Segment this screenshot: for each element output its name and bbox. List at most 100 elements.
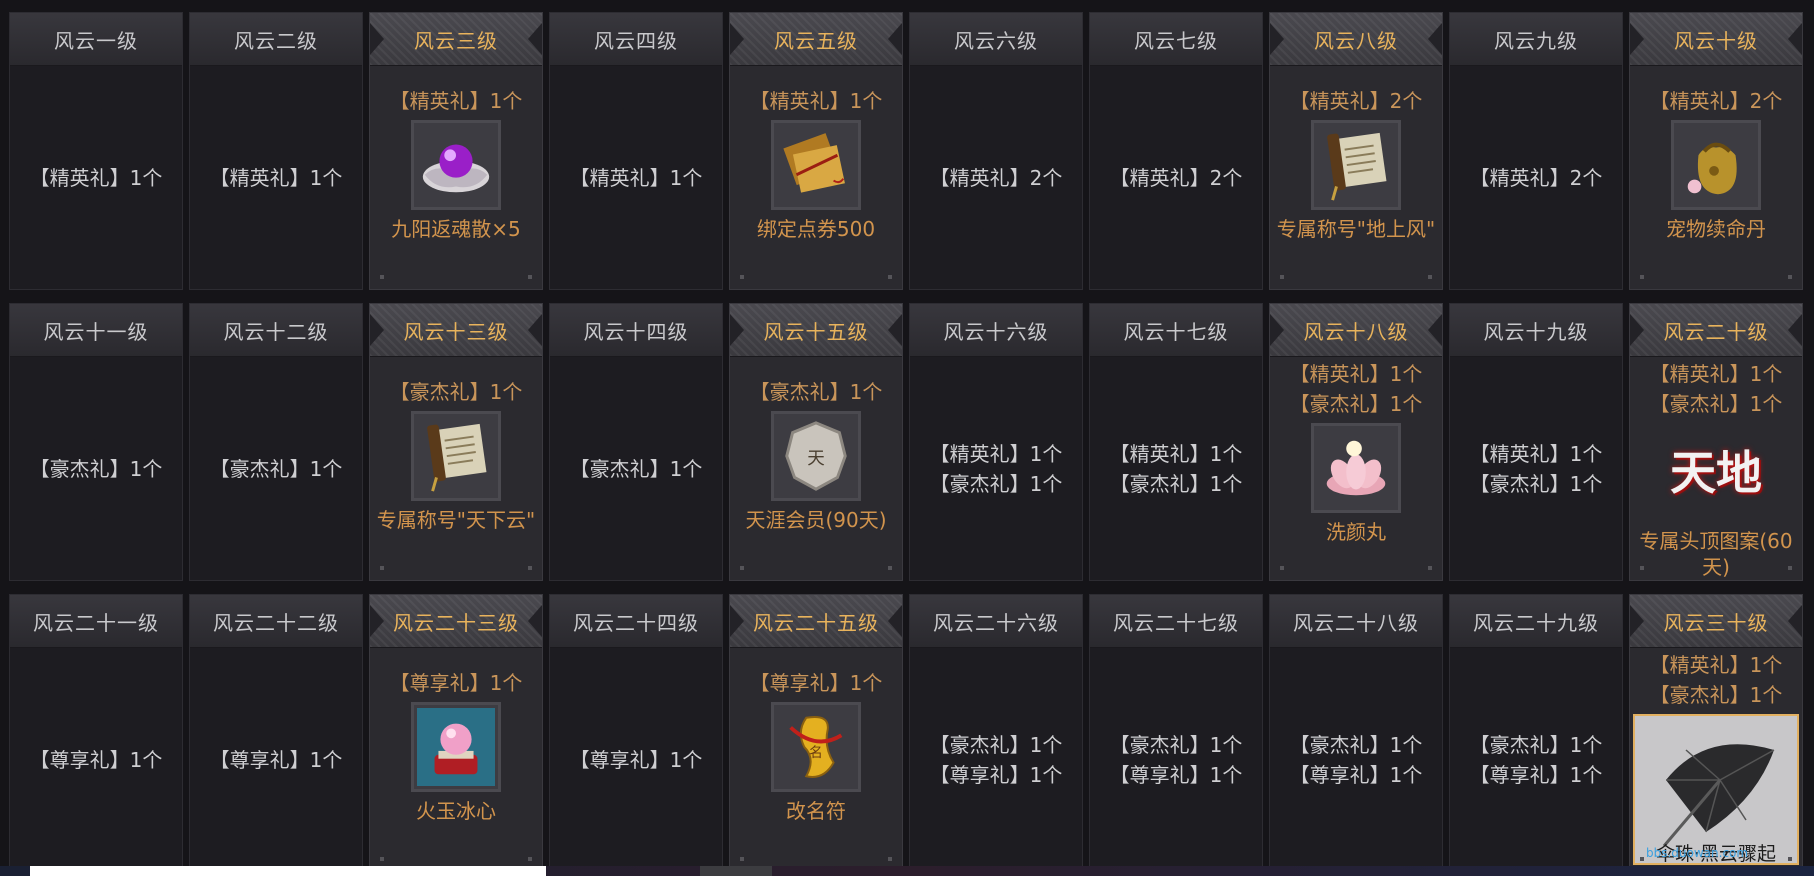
card-corner-dot bbox=[740, 275, 744, 279]
level-card[interactable]: 风云十级 【精英礼】2个 宠物续命丹 bbox=[1629, 12, 1803, 290]
level-reward-body: 【尊享礼】1个名改名符 bbox=[730, 648, 902, 871]
bottom-scroll-strip bbox=[0, 866, 1814, 876]
scrollbar-track[interactable] bbox=[30, 866, 546, 876]
item-name: 洗颜丸 bbox=[1326, 520, 1386, 544]
level-title: 风云二十三级 bbox=[370, 595, 542, 648]
level-card[interactable]: 风云二十一级 【尊享礼】1个 bbox=[9, 594, 183, 872]
item-name: 专属称号"地上风" bbox=[1276, 217, 1436, 241]
level-reward-body: 【精英礼】1个 【豪杰礼】1个 bbox=[1450, 357, 1622, 580]
gift-label: 【豪杰礼】1个 bbox=[1289, 732, 1423, 757]
gift-label: 【豪杰礼】1个 bbox=[1289, 392, 1423, 416]
level-reward-body: 【尊享礼】1个 bbox=[10, 648, 182, 871]
gift-label: 【尊享礼】1个 bbox=[1289, 762, 1423, 787]
gift-label: 【精英礼】1个 bbox=[209, 165, 343, 190]
card-corner-dot bbox=[1788, 566, 1792, 570]
level-card[interactable]: 风云二十四级 【尊享礼】1个 bbox=[549, 594, 723, 872]
level-card[interactable]: 风云十七级 【精英礼】1个 【豪杰礼】1个 bbox=[1089, 303, 1263, 581]
gift-label: 【豪杰礼】1个 bbox=[1109, 471, 1243, 496]
item-name: 专属称号"天下云" bbox=[376, 508, 536, 532]
level-title: 风云三十级 bbox=[1630, 595, 1802, 648]
level-card[interactable]: 风云十四级 【豪杰礼】1个 bbox=[549, 303, 723, 581]
level-reward-body: 【尊享礼】1个 火玉冰心 bbox=[370, 648, 542, 871]
level-card[interactable]: 风云二十五级【尊享礼】1个名改名符 bbox=[729, 594, 903, 872]
item-name: 改名符 bbox=[786, 799, 846, 823]
level-title: 风云二十四级 bbox=[550, 595, 722, 648]
level-title: 风云二十二级 bbox=[190, 595, 362, 648]
level-card[interactable]: 风云七级 【精英礼】2个 bbox=[1089, 12, 1263, 290]
scrollbar-thumb[interactable] bbox=[700, 866, 772, 876]
level-title: 风云二十级 bbox=[1630, 304, 1802, 357]
level-card[interactable]: 风云十二级 【豪杰礼】1个 bbox=[189, 303, 363, 581]
level-card[interactable]: 风云二级【精英礼】1个 bbox=[189, 12, 363, 290]
level-card[interactable]: 风云九级 【精英礼】2个 bbox=[1449, 12, 1623, 290]
level-reward-body: 【精英礼】2个 专属称号"地上风" bbox=[1270, 66, 1442, 289]
level-card[interactable]: 风云八级 【精英礼】2个 专属称号"地上风" bbox=[1269, 12, 1443, 290]
gift-label: 【精英礼】2个 bbox=[1469, 165, 1603, 190]
title-scroll-icon[interactable] bbox=[411, 411, 501, 501]
level-card[interactable]: 风云二十三级 【尊享礼】1个 火玉冰心 bbox=[369, 594, 543, 872]
level-reward-body: 【精英礼】2个 bbox=[910, 66, 1082, 289]
fire-jade-orb-icon[interactable] bbox=[411, 702, 501, 792]
item-name: 九阳返魂散×5 bbox=[391, 217, 521, 241]
level-card[interactable]: 风云二十二级 【尊享礼】1个 bbox=[189, 594, 363, 872]
card-corner-dot bbox=[888, 566, 892, 570]
emblem-text: 天地 bbox=[1670, 445, 1762, 500]
level-card[interactable]: 风云五级 【精英礼】1个 绑定点券500 bbox=[729, 12, 903, 290]
bound-voucher-icon[interactable] bbox=[771, 120, 861, 210]
gift-label: 【精英礼】2个 bbox=[1649, 89, 1783, 113]
level-reward-body: 【精英礼】1个 bbox=[190, 66, 362, 289]
gift-label: 【豪杰礼】1个 bbox=[1109, 732, 1243, 757]
level-card[interactable]: 风云十三级 【豪杰礼】1个 专属称号"天下云" bbox=[369, 303, 543, 581]
level-card[interactable]: 风云二十级 【精英礼】1个 【豪杰礼】1个 天地 专属头顶图案(60天) bbox=[1629, 303, 1803, 581]
level-title: 风云二级 bbox=[190, 13, 362, 66]
site-watermark: bbs.duowan.com bbox=[1646, 846, 1749, 860]
card-corner-dot bbox=[1788, 275, 1792, 279]
level-reward-body: 【豪杰礼】1个 bbox=[550, 357, 722, 580]
level-card[interactable]: 风云十九级 【精英礼】1个 【豪杰礼】1个 bbox=[1449, 303, 1623, 581]
level-card[interactable]: 风云四级 【精英礼】1个 bbox=[549, 12, 723, 290]
level-card[interactable]: 风云二十六级 【豪杰礼】1个 【尊享礼】1个 bbox=[909, 594, 1083, 872]
level-card[interactable]: 风云二十八级【豪杰礼】1个 【尊享礼】1个 bbox=[1269, 594, 1443, 872]
card-corner-dot bbox=[380, 566, 384, 570]
gift-label: 【精英礼】1个 bbox=[929, 441, 1063, 466]
level-card[interactable]: 风云十八级 【精英礼】1个 【豪杰礼】1个 洗颜丸 bbox=[1269, 303, 1443, 581]
member-medal-icon[interactable]: 天 bbox=[771, 411, 861, 501]
card-corner-dot bbox=[1640, 275, 1644, 279]
level-title: 风云二十九级 bbox=[1450, 595, 1622, 648]
item-name: 天涯会员(90天) bbox=[745, 508, 887, 532]
level-title: 风云二十八级 bbox=[1270, 595, 1442, 648]
level-card[interactable]: 风云十一级 【豪杰礼】1个 bbox=[9, 303, 183, 581]
card-corner-dot bbox=[1428, 566, 1432, 570]
purple-pearl-shell-icon[interactable] bbox=[411, 120, 501, 210]
title-scroll-icon[interactable] bbox=[1311, 120, 1401, 210]
level-title: 风云二十五级 bbox=[730, 595, 902, 648]
gift-label: 【精英礼】2个 bbox=[929, 165, 1063, 190]
level-reward-body: 【豪杰礼】1个 【尊享礼】1个 bbox=[1090, 648, 1262, 871]
lotus-pill-icon[interactable] bbox=[1311, 423, 1401, 513]
level-reward-body: 【精英礼】1个 【豪杰礼】1个 洗颜丸 bbox=[1270, 357, 1442, 580]
item-name: 宠物续命丹 bbox=[1666, 217, 1766, 241]
gift-label: 【尊享礼】1个 bbox=[749, 671, 883, 695]
level-card[interactable]: 风云十五级 【豪杰礼】1个天天涯会员(90天) bbox=[729, 303, 903, 581]
level-card[interactable]: 风云十六级 【精英礼】1个 【豪杰礼】1个 bbox=[909, 303, 1083, 581]
level-card[interactable]: 风云二十九级 【豪杰礼】1个 【尊享礼】1个 bbox=[1449, 594, 1623, 872]
head-emblem-icon[interactable]: 天地 bbox=[1656, 423, 1776, 522]
level-title: 风云十六级 bbox=[910, 304, 1082, 357]
level-card[interactable]: 风云六级 【精英礼】2个 bbox=[909, 12, 1083, 290]
level-card[interactable]: 风云三十级 【精英礼】1个 【豪杰礼】1个 伞珠·黑云骤起 bbox=[1629, 594, 1803, 872]
level-card[interactable]: 风云三级 【精英礼】1个 九阳返魂散×5 bbox=[369, 12, 543, 290]
level-reward-body: 【豪杰礼】1个 专属称号"天下云" bbox=[370, 357, 542, 580]
level-reward-body: 【精英礼】2个 bbox=[1450, 66, 1622, 289]
level-title: 风云十三级 bbox=[370, 304, 542, 357]
level-reward-body: 【精英礼】1个 【豪杰礼】1个 bbox=[910, 357, 1082, 580]
level-reward-body: 【豪杰礼】1个 【尊享礼】1个 bbox=[910, 648, 1082, 871]
level-reward-body: 【精英礼】1个 【豪杰礼】1个 天地 专属头顶图案(60天) bbox=[1630, 357, 1802, 580]
rename-talisman-icon[interactable]: 名 bbox=[771, 702, 861, 792]
level-reward-body: 【精英礼】1个 九阳返魂散×5 bbox=[370, 66, 542, 289]
level-card[interactable]: 风云一级 【精英礼】1个 bbox=[9, 12, 183, 290]
pet-pill-bag-icon[interactable] bbox=[1671, 120, 1761, 210]
card-corner-dot bbox=[740, 566, 744, 570]
level-title: 风云十二级 bbox=[190, 304, 362, 357]
level-card[interactable]: 风云二十七级 【豪杰礼】1个 【尊享礼】1个 bbox=[1089, 594, 1263, 872]
card-corner-dot bbox=[1640, 566, 1644, 570]
